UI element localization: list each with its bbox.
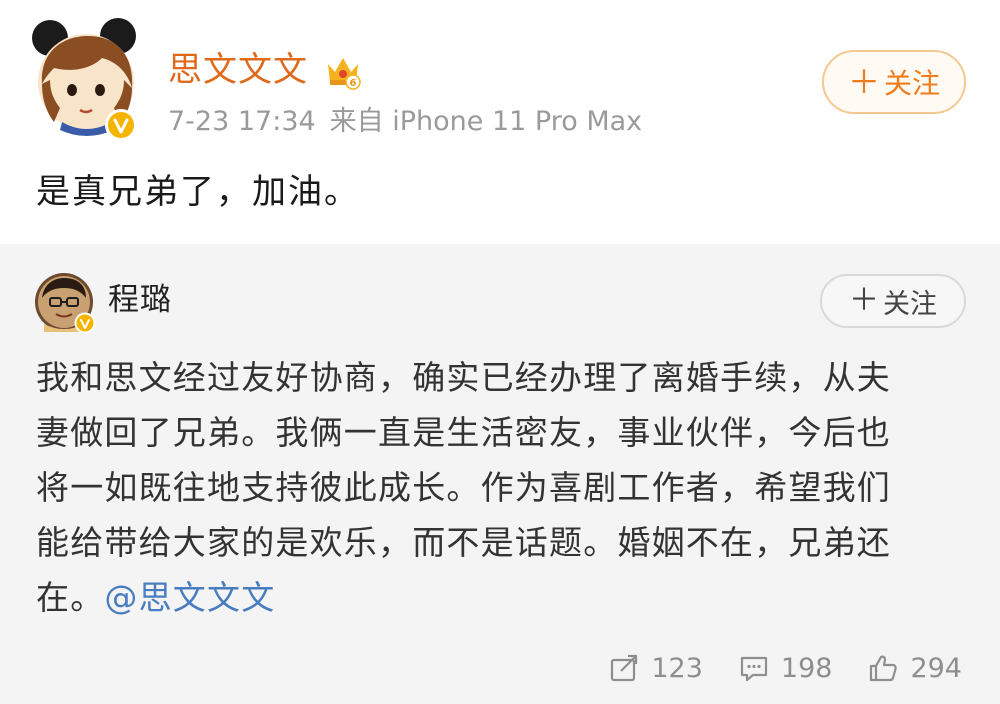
repost-count: 123: [651, 652, 703, 684]
plus-icon: ＋: [847, 63, 880, 101]
post-source: 来自 iPhone 11 Pro Max: [329, 106, 643, 137]
follow-button-label: 关注: [884, 67, 941, 100]
post-text: 是真兄弟了，加油。: [36, 172, 360, 212]
crown-badge-level: 6: [350, 78, 357, 89]
repost-button[interactable]: 123: [609, 653, 703, 684]
follow-button[interactable]: ＋ 关注: [822, 50, 966, 114]
comment-count: 198: [780, 652, 833, 684]
comment-button[interactable]: 198: [739, 652, 833, 684]
retweet-text: 我和思文经过友好协商，确实已经办理了离婚手续，从夫 妻做回了兄弟。我俩一直是生活…: [36, 350, 966, 625]
like-count: 294: [910, 652, 962, 684]
post-time: 7-23 17:34: [168, 106, 316, 137]
mention-link[interactable]: @思文文文: [104, 578, 275, 617]
retweet-text-line: 能给带给大家的是欢乐，而不是话题。婚姻不在，兄弟还: [36, 523, 891, 562]
crown-badge-icon[interactable]: 6: [324, 52, 362, 90]
repost-icon: [611, 654, 638, 682]
retweet-card[interactable]: 程璐 ＋ 关注 我和思文经过友好协商，确实已经办理了离婚手续，从夫 妻做回了兄弟…: [0, 244, 1000, 704]
retweet-text-line-last: 在。@思文文文: [36, 570, 966, 625]
retweet-verified-badge-icon: [74, 312, 96, 334]
author-name[interactable]: 思文文文: [168, 48, 308, 92]
verified-badge-icon: [105, 109, 137, 141]
comment-icon: [740, 656, 768, 682]
action-bar: 123 198 294: [609, 644, 962, 692]
retweet-follow-button[interactable]: ＋ 关注: [820, 274, 966, 328]
retweet-text-line: 妻做回了兄弟。我俩一直是生活密友，事业伙伴，今后也: [36, 413, 891, 452]
like-button[interactable]: 294: [868, 653, 962, 684]
author-avatar[interactable]: [32, 18, 144, 141]
like-icon: [870, 655, 898, 682]
retweet-author-name[interactable]: 程璐: [108, 278, 172, 322]
retweet-text-line: 将一如既往地支持彼此成长。作为喜剧工作者，希望我们: [36, 468, 891, 507]
retweet-text-tail: 在。: [36, 578, 105, 617]
plus-icon: ＋: [849, 283, 879, 318]
retweet-author-avatar[interactable]: [34, 272, 96, 334]
retweet-follow-button-label: 关注: [883, 288, 937, 320]
weibo-post-card: 思文文文 6 7-23 17:34 来自 iPhone 11 Pro Max ＋ …: [0, 0, 1000, 244]
post-meta: 7-23 17:34 来自 iPhone 11 Pro Max: [168, 102, 642, 142]
retweet-text-line: 我和思文经过友好协商，确实已经办理了离婚手续，从夫: [36, 358, 891, 397]
